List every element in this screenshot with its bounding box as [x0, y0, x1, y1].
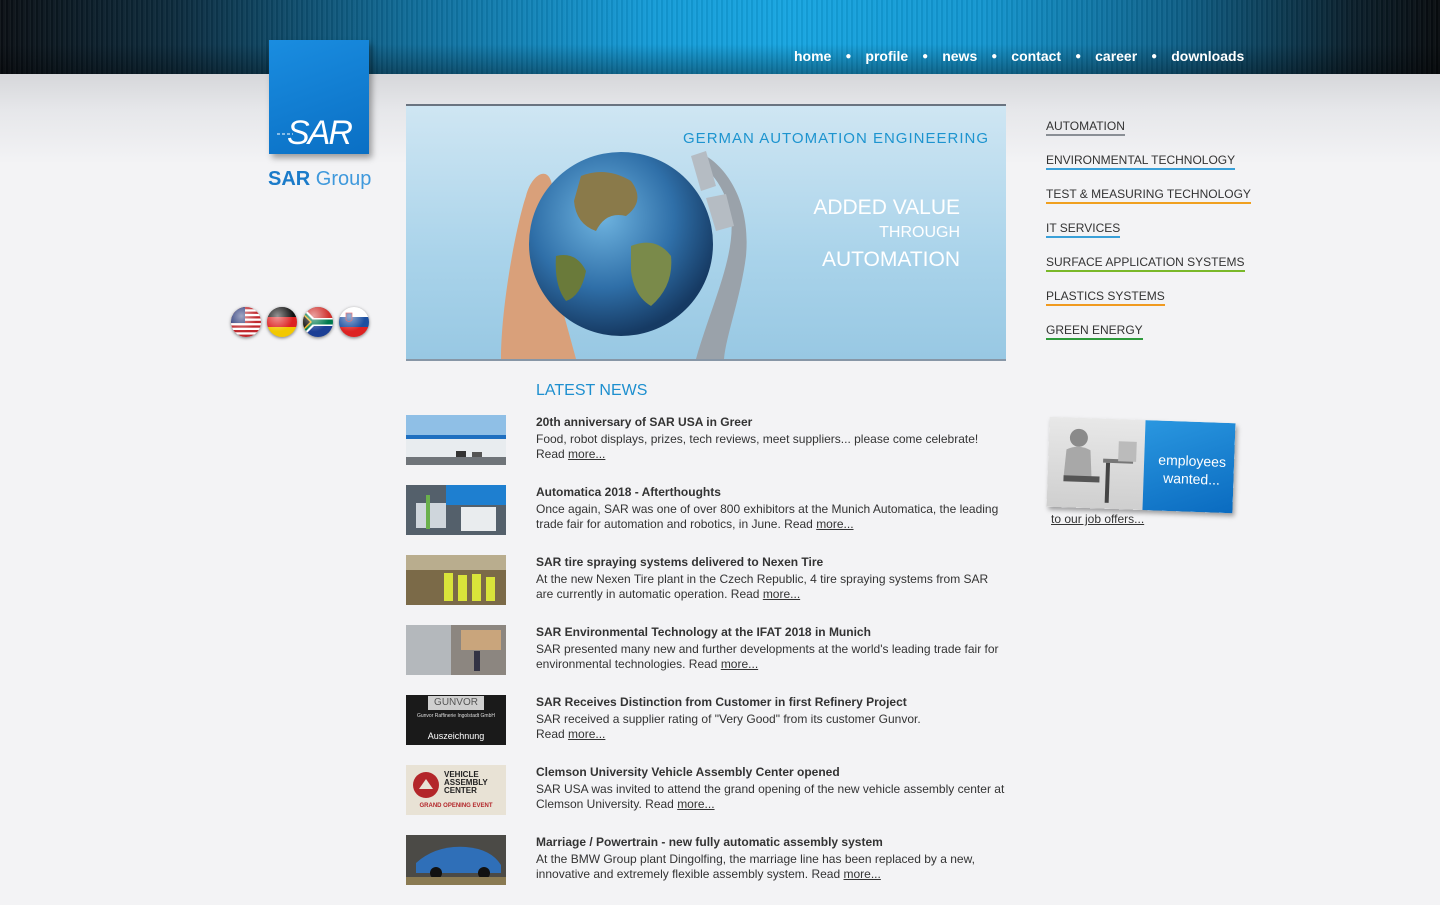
- sar-logo[interactable]: SAR: [269, 40, 369, 154]
- news-headline[interactable]: SAR Environmental Technology at the IFAT…: [536, 625, 1006, 640]
- gunvor-award: Auszeichnung: [427, 731, 485, 741]
- read-more-link[interactable]: more...: [568, 727, 605, 741]
- news-list: 20th anniversary of SAR USA in Greer Foo…: [406, 415, 1016, 905]
- link-environmental-technology[interactable]: ENVIRONMENTAL TECHNOLOGY: [1046, 153, 1236, 170]
- clemson-event: GRAND OPENING EVENT: [419, 803, 493, 809]
- main-nav: home ● profile ● news ● contact ● career…: [794, 48, 1244, 64]
- news-text: At the BMW Group plant Dingolfing, the m…: [536, 852, 975, 881]
- news-thumbnail[interactable]: [406, 555, 506, 605]
- link-test-measuring-technology[interactable]: TEST & MEASURING TECHNOLOGY: [1046, 187, 1251, 204]
- link-plastics-systems[interactable]: PLASTICS SYSTEMS: [1046, 289, 1165, 306]
- nav-separator: ●: [922, 50, 929, 62]
- banner-line-3: AUTOMATION: [821, 248, 960, 271]
- news-headline[interactable]: Marriage / Powertrain - new fully automa…: [536, 835, 1006, 850]
- news-headline[interactable]: Clemson University Vehicle Assembly Cent…: [536, 765, 1006, 780]
- gunvor-company: Gunvor Raffinerie Ingolstadt GmbH: [416, 713, 495, 719]
- slovenia-flag-icon[interactable]: [339, 307, 369, 337]
- employees-wanted-banner[interactable]: employees wanted...: [1046, 416, 1236, 514]
- news-read-label: Read: [811, 867, 841, 881]
- read-more-link[interactable]: more...: [816, 517, 853, 531]
- banner-line-1: ADDED VALUE: [813, 196, 960, 219]
- read-more-link[interactable]: more...: [844, 867, 881, 881]
- news-item: Automatica 2018 - Afterthoughts Once aga…: [406, 485, 1016, 555]
- news-thumbnail[interactable]: VEHICLE ASSEMBLY CENTER GRAND OPENING EV…: [406, 765, 506, 815]
- read-more-link[interactable]: more...: [763, 587, 800, 601]
- nav-home[interactable]: home: [794, 48, 831, 64]
- read-more-link[interactable]: more...: [677, 797, 714, 811]
- news-read-label: Read: [688, 657, 718, 671]
- nav-separator: ●: [1151, 50, 1158, 62]
- news-headline[interactable]: Automatica 2018 - Afterthoughts: [536, 485, 1006, 500]
- language-selector: [231, 307, 369, 337]
- hero-banner: GERMAN AUTOMATION ENGINEERING ADDED VALU…: [406, 104, 1006, 361]
- nav-contact[interactable]: contact: [1011, 48, 1061, 64]
- clemson-sign: VEHICLE ASSEMBLY CENTER: [444, 770, 488, 795]
- news-thumbnail[interactable]: [406, 835, 506, 885]
- south-africa-flag-icon[interactable]: [303, 307, 333, 337]
- link-green-energy[interactable]: GREEN ENERGY: [1046, 323, 1143, 340]
- news-thumbnail[interactable]: [406, 485, 506, 535]
- news-read-label: Read: [645, 797, 674, 811]
- nav-separator: ●: [1075, 50, 1082, 62]
- news-thumbnail[interactable]: [406, 415, 506, 465]
- us-flag-icon[interactable]: [231, 307, 261, 337]
- news-item: Marriage / Powertrain - new fully automa…: [406, 835, 1016, 905]
- news-headline[interactable]: 20th anniversary of SAR USA in Greer: [536, 415, 1006, 430]
- news-text: SAR presented many new and further devel…: [536, 642, 999, 671]
- link-automation[interactable]: AUTOMATION: [1046, 119, 1125, 136]
- nav-downloads[interactable]: downloads: [1171, 48, 1244, 64]
- news-item: SAR Environmental Technology at the IFAT…: [406, 625, 1016, 695]
- logo-mark: SAR: [287, 114, 352, 152]
- news-item: SAR tire spraying systems delivered to N…: [406, 555, 1016, 625]
- news-headline[interactable]: SAR Receives Distinction from Customer i…: [536, 695, 1006, 710]
- read-more-link[interactable]: more...: [568, 447, 605, 461]
- news-text: SAR USA was invited to attend the grand …: [536, 782, 1005, 811]
- news-text: Food, robot displays, prizes, tech revie…: [536, 432, 979, 446]
- germany-flag-icon[interactable]: [267, 307, 297, 337]
- nav-separator: ●: [845, 50, 852, 62]
- link-surface-application-systems[interactable]: SURFACE APPLICATION SYSTEMS: [1046, 255, 1245, 272]
- banner-tagline: GERMAN AUTOMATION ENGINEERING: [683, 130, 989, 147]
- news-item: GUNVOR Gunvor Raffinerie Ingolstadt GmbH…: [406, 695, 1016, 765]
- news-thumbnail[interactable]: GUNVOR Gunvor Raffinerie Ingolstadt GmbH…: [406, 695, 506, 745]
- link-it-services[interactable]: IT SERVICES: [1046, 221, 1121, 238]
- employees-wanted-text: employees wanted...: [1158, 451, 1227, 488]
- job-offers-link[interactable]: to our job offers...: [1051, 512, 1144, 526]
- employee-photo: [1046, 416, 1146, 511]
- news-headline[interactable]: SAR tire spraying systems delivered to N…: [536, 555, 1006, 570]
- news-thumbnail[interactable]: [406, 625, 506, 675]
- news-text: Once again, SAR was one of over 800 exhi…: [536, 502, 999, 531]
- company-name: SAR Group: [268, 168, 372, 190]
- news-item: VEHICLE ASSEMBLY CENTER GRAND OPENING EV…: [406, 765, 1016, 835]
- news-read-label: Read: [536, 727, 565, 741]
- news-read-label: Read: [536, 447, 565, 461]
- banner-line-2: THROUGH: [879, 224, 960, 241]
- news-read-label: Read: [730, 587, 760, 601]
- latest-news-heading: LATEST NEWS: [536, 382, 648, 399]
- division-links: AUTOMATION ENVIRONMENTAL TECHNOLOGY TEST…: [1046, 119, 1251, 357]
- news-read-label: Read: [784, 517, 813, 531]
- nav-career[interactable]: career: [1095, 48, 1137, 64]
- gunvor-label: GUNVOR: [428, 696, 484, 710]
- read-more-link[interactable]: more...: [721, 657, 758, 671]
- nav-profile[interactable]: profile: [865, 48, 908, 64]
- news-text: SAR received a supplier rating of "Very …: [536, 712, 921, 726]
- nav-news[interactable]: news: [942, 48, 977, 64]
- nav-separator: ●: [991, 50, 998, 62]
- news-item: 20th anniversary of SAR USA in Greer Foo…: [406, 415, 1016, 485]
